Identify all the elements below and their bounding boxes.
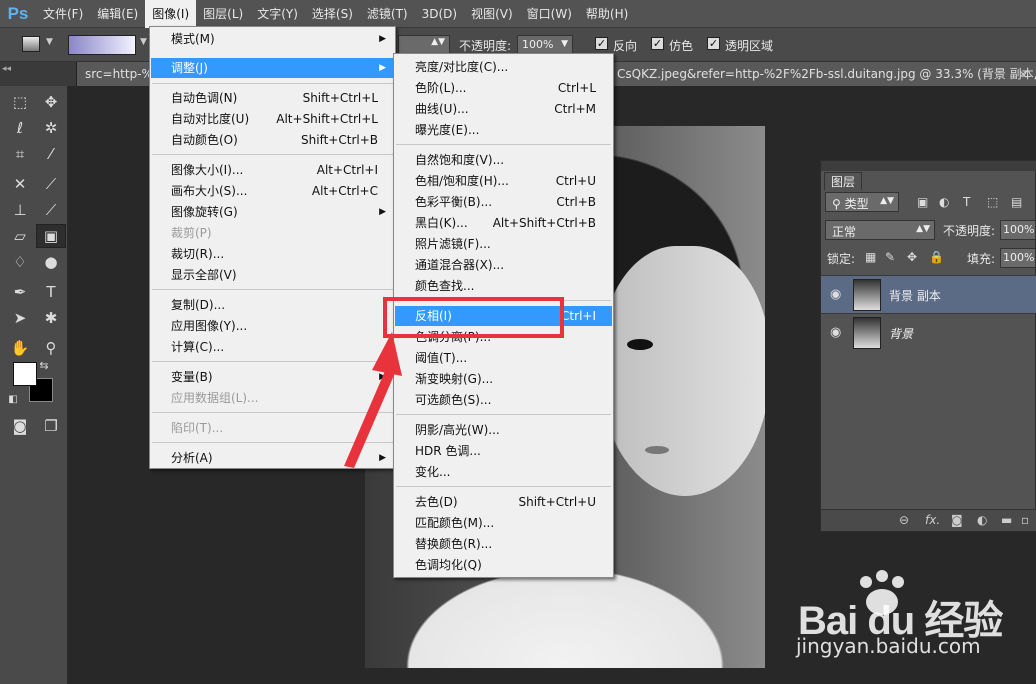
annotation-arrow: [344, 332, 402, 468]
